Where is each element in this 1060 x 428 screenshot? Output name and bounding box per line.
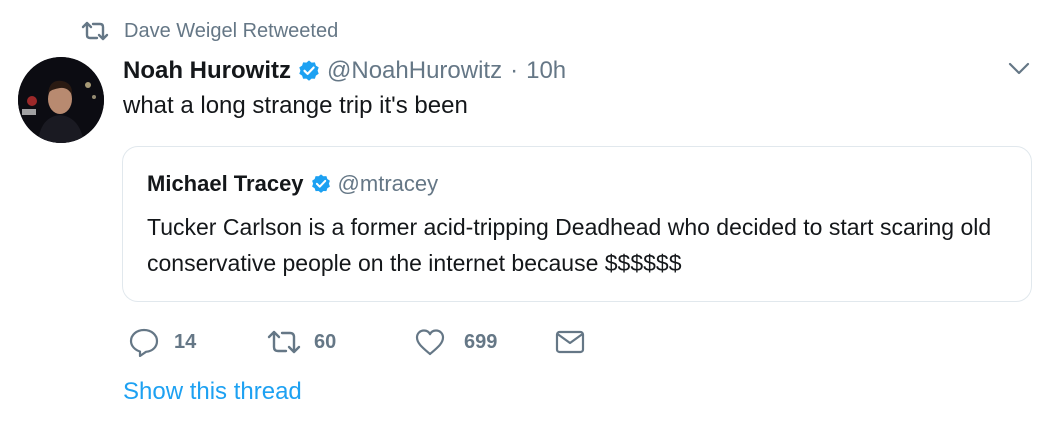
author-handle[interactable]: @NoahHurowitz bbox=[327, 57, 502, 85]
show-thread-link[interactable]: Show this thread bbox=[123, 378, 302, 406]
like-count: 699 bbox=[464, 330, 498, 353]
author-name[interactable]: Noah Hurowitz bbox=[123, 57, 291, 85]
retweet-icon bbox=[267, 330, 301, 354]
tweet-actions: 14 60 699 bbox=[128, 322, 586, 362]
reply-button[interactable]: 14 bbox=[128, 327, 266, 357]
retweet-icon bbox=[81, 21, 109, 41]
retweet-context: Dave Weigel Retweeted bbox=[80, 18, 338, 44]
quoted-tweet-text: Tucker Carlson is a former acid-tripping… bbox=[147, 214, 992, 276]
quoted-author-name: Michael Tracey bbox=[147, 171, 304, 196]
separator-dot: · bbox=[510, 57, 519, 84]
reply-icon bbox=[129, 328, 159, 357]
like-button[interactable]: 699 bbox=[414, 327, 554, 357]
chevron-down-icon[interactable] bbox=[1008, 62, 1030, 76]
avatar[interactable] bbox=[18, 57, 104, 143]
quoted-tweet[interactable]: Michael Tracey @mtracey Tucker Carlson i… bbox=[122, 146, 1032, 302]
avatar-photo bbox=[18, 57, 104, 143]
verified-badge-icon bbox=[299, 60, 319, 81]
retweet-button[interactable]: 60 bbox=[266, 329, 414, 355]
tweet-timestamp[interactable]: 10h bbox=[526, 57, 566, 85]
tweet-text: what a long strange trip it's been bbox=[123, 92, 468, 119]
direct-message-button[interactable] bbox=[554, 329, 586, 355]
retweet-count: 60 bbox=[314, 330, 337, 353]
retweet-context-label[interactable]: Dave Weigel Retweeted bbox=[124, 20, 338, 43]
tweet-header: Noah Hurowitz @NoahHurowitz · 10h bbox=[123, 54, 566, 88]
reply-count: 14 bbox=[174, 330, 197, 353]
verified-badge-icon bbox=[311, 174, 330, 193]
envelope-icon bbox=[555, 330, 585, 354]
quoted-tweet-header: Michael Tracey @mtracey bbox=[147, 171, 438, 197]
heart-icon bbox=[415, 329, 445, 356]
quoted-author-handle: @mtracey bbox=[337, 171, 439, 196]
